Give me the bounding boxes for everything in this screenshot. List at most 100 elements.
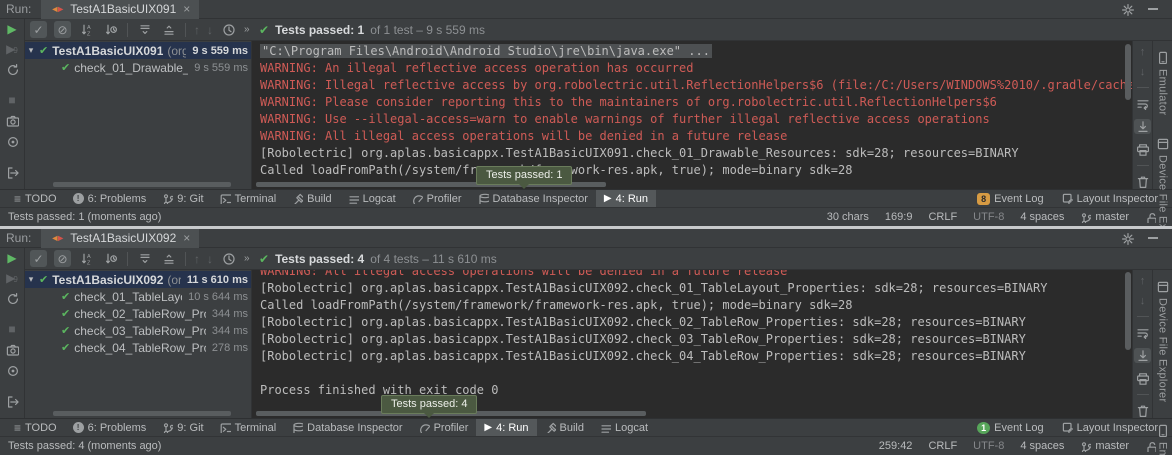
statusbar-item-problems[interactable]: !6: Problems	[65, 419, 155, 436]
statusbar-item-git[interactable]: 9: Git	[154, 419, 211, 436]
next-failed-test-button[interactable]: ↓	[207, 253, 213, 265]
restore-layout-button[interactable]	[6, 166, 19, 179]
statusbar-item-git[interactable]: 9: Git	[154, 190, 211, 207]
sort-by-duration-button[interactable]	[102, 250, 119, 267]
tree-horizontal-scrollbar[interactable]	[53, 182, 231, 187]
tab-testa1basicuix091[interactable]: ◄► TestA1BasicUIX091 ×	[41, 0, 199, 19]
soft-wrap-button[interactable]	[1136, 97, 1149, 110]
clear-all-button[interactable]	[1136, 404, 1149, 417]
statusbar-item-logcat[interactable]: Logcat	[340, 190, 404, 207]
toolbar-more-chevrons[interactable]: »	[244, 25, 250, 35]
statusbar-item-run[interactable]: ▶4: Run	[596, 190, 656, 207]
statusbar-item-todo[interactable]: ≡TODO	[6, 419, 65, 436]
statusbar-item-logcat[interactable]: Logcat	[592, 419, 656, 436]
tab-close-icon[interactable]: ×	[183, 2, 190, 16]
event-log-button[interactable]: 1Event Log	[977, 422, 1044, 434]
tab-close-icon[interactable]: ×	[183, 231, 190, 245]
settings-gear-icon[interactable]	[1121, 232, 1134, 245]
show-passed-filter-button[interactable]: ✓	[30, 250, 47, 267]
encoding-indicator[interactable]: UTF-8	[973, 211, 1004, 223]
statusbar-item-problems[interactable]: !6: Problems	[65, 190, 155, 207]
down-the-stack-trace-button[interactable]: ↓	[1140, 296, 1146, 307]
caret-position-indicator[interactable]: 259:42	[879, 440, 913, 452]
test-tree-root-row[interactable]: ▾ ✔ TestA1BasicUIX091 (org.aplas.basicap…	[25, 42, 251, 59]
sort-by-duration-button[interactable]	[102, 21, 119, 38]
stop-button[interactable]: ■	[8, 323, 15, 335]
test-tree-row-check02[interactable]: ✔ check_02_TableRow_Properties 344 ms	[25, 305, 251, 322]
tool-window-button-device-file-explorer[interactable]: Device File Explorer	[1156, 280, 1169, 402]
stop-button[interactable]: ■	[8, 94, 15, 106]
encoding-indicator[interactable]: UTF-8	[973, 440, 1004, 452]
show-passed-filter-button[interactable]: ✓	[30, 21, 47, 38]
rerun-tests-button[interactable]: ▶	[7, 252, 16, 264]
screen-record-button[interactable]	[6, 135, 19, 148]
scroll-to-end-button[interactable]	[1134, 348, 1151, 363]
statusbar-item-database-inspector[interactable]: Database Inspector	[284, 419, 410, 436]
test-tree-row-check01[interactable]: ✔ check_01_Drawable_Resources 9 s 559 ms	[25, 59, 251, 76]
tree-horizontal-scrollbar[interactable]	[53, 411, 231, 416]
settings-gear-icon[interactable]	[1121, 3, 1134, 16]
clear-all-button[interactable]	[1136, 175, 1149, 188]
restore-layout-button[interactable]	[6, 395, 19, 408]
print-button[interactable]	[1136, 372, 1149, 385]
statusbar-item-run[interactable]: ▶4: Run	[476, 419, 536, 436]
chevron-down-icon[interactable]: ▾	[25, 274, 37, 285]
console-vertical-scrollbar[interactable]	[1125, 44, 1131, 100]
test-tree-row-check03[interactable]: ✔ check_03_TableRow_Properties 344 ms	[25, 322, 251, 339]
expand-all-button[interactable]	[136, 250, 153, 267]
sort-alphabetically-button[interactable]	[78, 250, 95, 267]
indent-indicator[interactable]: 4 spaces	[1020, 440, 1064, 452]
toggle-auto-test-button[interactable]	[6, 292, 19, 305]
statusbar-item-terminal[interactable]: Terminal	[212, 190, 285, 207]
statusbar-item-profiler[interactable]: Profiler	[404, 190, 470, 207]
statusbar-item-terminal[interactable]: Terminal	[212, 419, 285, 436]
sort-alphabetically-button[interactable]	[78, 21, 95, 38]
test-tree-row-check01[interactable]: ✔ check_01_TableLayout_Properties 10 s 6…	[25, 288, 251, 305]
caret-position-indicator[interactable]: 169:9	[885, 211, 913, 223]
statusbar-item-build[interactable]: Build	[537, 419, 592, 436]
tool-window-button-emulator[interactable]: Emulator	[1156, 51, 1169, 115]
statusbar-item-database-inspector[interactable]: Database Inspector	[470, 190, 596, 207]
line-ending-indicator[interactable]: CRLF	[928, 211, 957, 223]
collapse-all-button[interactable]	[160, 250, 177, 267]
git-branch-widget[interactable]: master	[1080, 440, 1129, 452]
rerun-failed-tests-button[interactable]: ▶9	[6, 272, 18, 284]
toolbar-more-chevrons[interactable]: »	[244, 254, 250, 264]
console-vertical-scrollbar[interactable]	[1125, 272, 1131, 350]
print-button[interactable]	[1136, 143, 1149, 156]
soft-wrap-button[interactable]	[1136, 326, 1149, 339]
indent-indicator[interactable]: 4 spaces	[1020, 211, 1064, 223]
toggle-auto-test-button[interactable]	[6, 63, 19, 76]
up-the-stack-trace-button[interactable]: ↑	[1140, 47, 1146, 58]
previous-failed-test-button[interactable]: ↑	[194, 253, 200, 265]
tool-window-button-device-file-explorer[interactable]: Device File Explorer	[1156, 137, 1169, 226]
rerun-tests-button[interactable]: ▶	[7, 23, 16, 35]
screenshot-button[interactable]	[6, 114, 19, 127]
layout-inspector-button[interactable]: Layout Inspector	[1062, 422, 1158, 434]
tab-testa1basicuix092[interactable]: ◄► TestA1BasicUIX092 ×	[41, 229, 199, 248]
show-ignored-filter-button[interactable]: ⊘	[54, 21, 71, 38]
tool-window-button-emulator[interactable]: Emulator	[1156, 424, 1169, 455]
up-the-stack-trace-button[interactable]: ↑	[1140, 276, 1146, 287]
layout-inspector-button[interactable]: Layout Inspector	[1062, 193, 1158, 205]
test-tree-row-check04[interactable]: ✔ check_04_TableRow_Properties 278 ms	[25, 339, 251, 356]
statusbar-item-build[interactable]: Build	[284, 190, 339, 207]
expand-all-button[interactable]	[136, 21, 153, 38]
hide-tool-window-icon[interactable]	[1148, 237, 1158, 239]
test-tree-root-row[interactable]: ▾ ✔ TestA1BasicUIX092 (org.aplas.basicap…	[25, 271, 251, 288]
screen-record-button[interactable]	[6, 364, 19, 377]
test-history-button[interactable]	[220, 250, 237, 267]
chevron-down-icon[interactable]: ▾	[25, 45, 37, 56]
statusbar-item-todo[interactable]: ≡TODO	[6, 190, 65, 207]
hide-tool-window-icon[interactable]	[1148, 8, 1158, 10]
unlocked-padlock-icon[interactable]	[1145, 212, 1156, 223]
unlocked-padlock-icon[interactable]	[1145, 441, 1156, 452]
statusbar-item-profiler[interactable]: Profiler	[411, 419, 477, 436]
collapse-all-button[interactable]	[160, 21, 177, 38]
event-log-button[interactable]: 8Event Log	[977, 193, 1044, 205]
git-branch-widget[interactable]: master	[1080, 211, 1129, 223]
next-failed-test-button[interactable]: ↓	[207, 24, 213, 36]
show-ignored-filter-button[interactable]: ⊘	[54, 250, 71, 267]
rerun-failed-tests-button[interactable]: ▶9	[6, 43, 18, 55]
line-ending-indicator[interactable]: CRLF	[928, 440, 957, 452]
